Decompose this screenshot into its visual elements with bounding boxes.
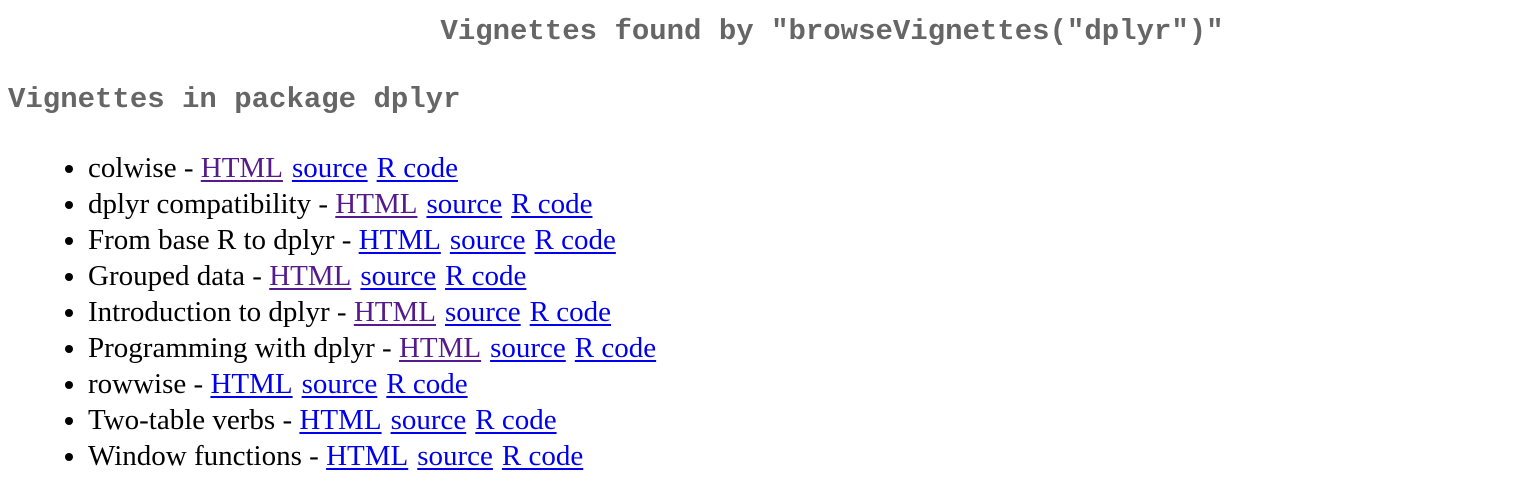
source-link[interactable]: source xyxy=(302,368,378,400)
source-link[interactable]: source xyxy=(426,188,502,220)
vignette-name: Grouped data xyxy=(88,260,246,292)
r-code-link[interactable]: R code xyxy=(445,260,526,292)
source-link[interactable]: source xyxy=(450,224,526,256)
r-code-link[interactable]: R code xyxy=(511,188,592,220)
vignette-name: colwise xyxy=(88,152,177,184)
page-title: Vignettes found by "browseVignettes("dpl… xyxy=(440,15,1224,48)
html-link[interactable]: HTML xyxy=(210,368,292,400)
source-link[interactable]: source xyxy=(391,404,467,436)
section-heading: Vignettes in package dplyr xyxy=(8,83,461,116)
html-link[interactable]: HTML xyxy=(269,260,351,292)
list-item: Window functions - HTMLsourceR code xyxy=(88,438,656,474)
source-link[interactable]: source xyxy=(292,152,368,184)
source-link[interactable]: source xyxy=(490,332,566,364)
vignette-name: Two-table verbs xyxy=(88,404,276,436)
list-item: rowwise - HTMLsourceR code xyxy=(88,366,656,402)
html-link[interactable]: HTML xyxy=(201,152,283,184)
r-code-link[interactable]: R code xyxy=(386,368,467,400)
vignette-name: Introduction to dplyr xyxy=(88,296,330,328)
vignette-name: Programming with dplyr xyxy=(88,332,375,364)
list-item: Two-table verbs - HTMLsourceR code xyxy=(88,402,656,438)
r-code-link[interactable]: R code xyxy=(575,332,656,364)
vignette-name: Window functions xyxy=(88,440,302,472)
source-link[interactable]: source xyxy=(417,440,493,472)
list-item: dplyr compatibility - HTMLsourceR code xyxy=(88,186,656,222)
html-link[interactable]: HTML xyxy=(359,224,441,256)
r-code-link[interactable]: R code xyxy=(530,296,611,328)
vignette-name: rowwise xyxy=(88,368,187,400)
vignette-name: dplyr compatibility xyxy=(88,188,312,220)
source-link[interactable]: source xyxy=(360,260,436,292)
list-item: Programming with dplyr - HTMLsourceR cod… xyxy=(88,330,656,366)
html-link[interactable]: HTML xyxy=(326,440,408,472)
html-link[interactable]: HTML xyxy=(335,188,417,220)
list-item: Grouped data - HTMLsourceR code xyxy=(88,258,656,294)
vignette-name: From base R to dplyr xyxy=(88,224,335,256)
list-item: From base R to dplyr - HTMLsourceR code xyxy=(88,222,656,258)
r-code-link[interactable]: R code xyxy=(502,440,583,472)
html-link[interactable]: HTML xyxy=(299,404,381,436)
list-item: colwise - HTMLsourceR code xyxy=(88,150,656,186)
list-item: Introduction to dplyr - HTMLsourceR code xyxy=(88,294,656,330)
vignette-list: colwise - HTMLsourceR code dplyr compati… xyxy=(48,150,656,474)
r-code-link[interactable]: R code xyxy=(377,152,458,184)
r-code-link[interactable]: R code xyxy=(475,404,556,436)
r-code-link[interactable]: R code xyxy=(535,224,616,256)
html-link[interactable]: HTML xyxy=(399,332,481,364)
source-link[interactable]: source xyxy=(445,296,521,328)
html-link[interactable]: HTML xyxy=(354,296,436,328)
